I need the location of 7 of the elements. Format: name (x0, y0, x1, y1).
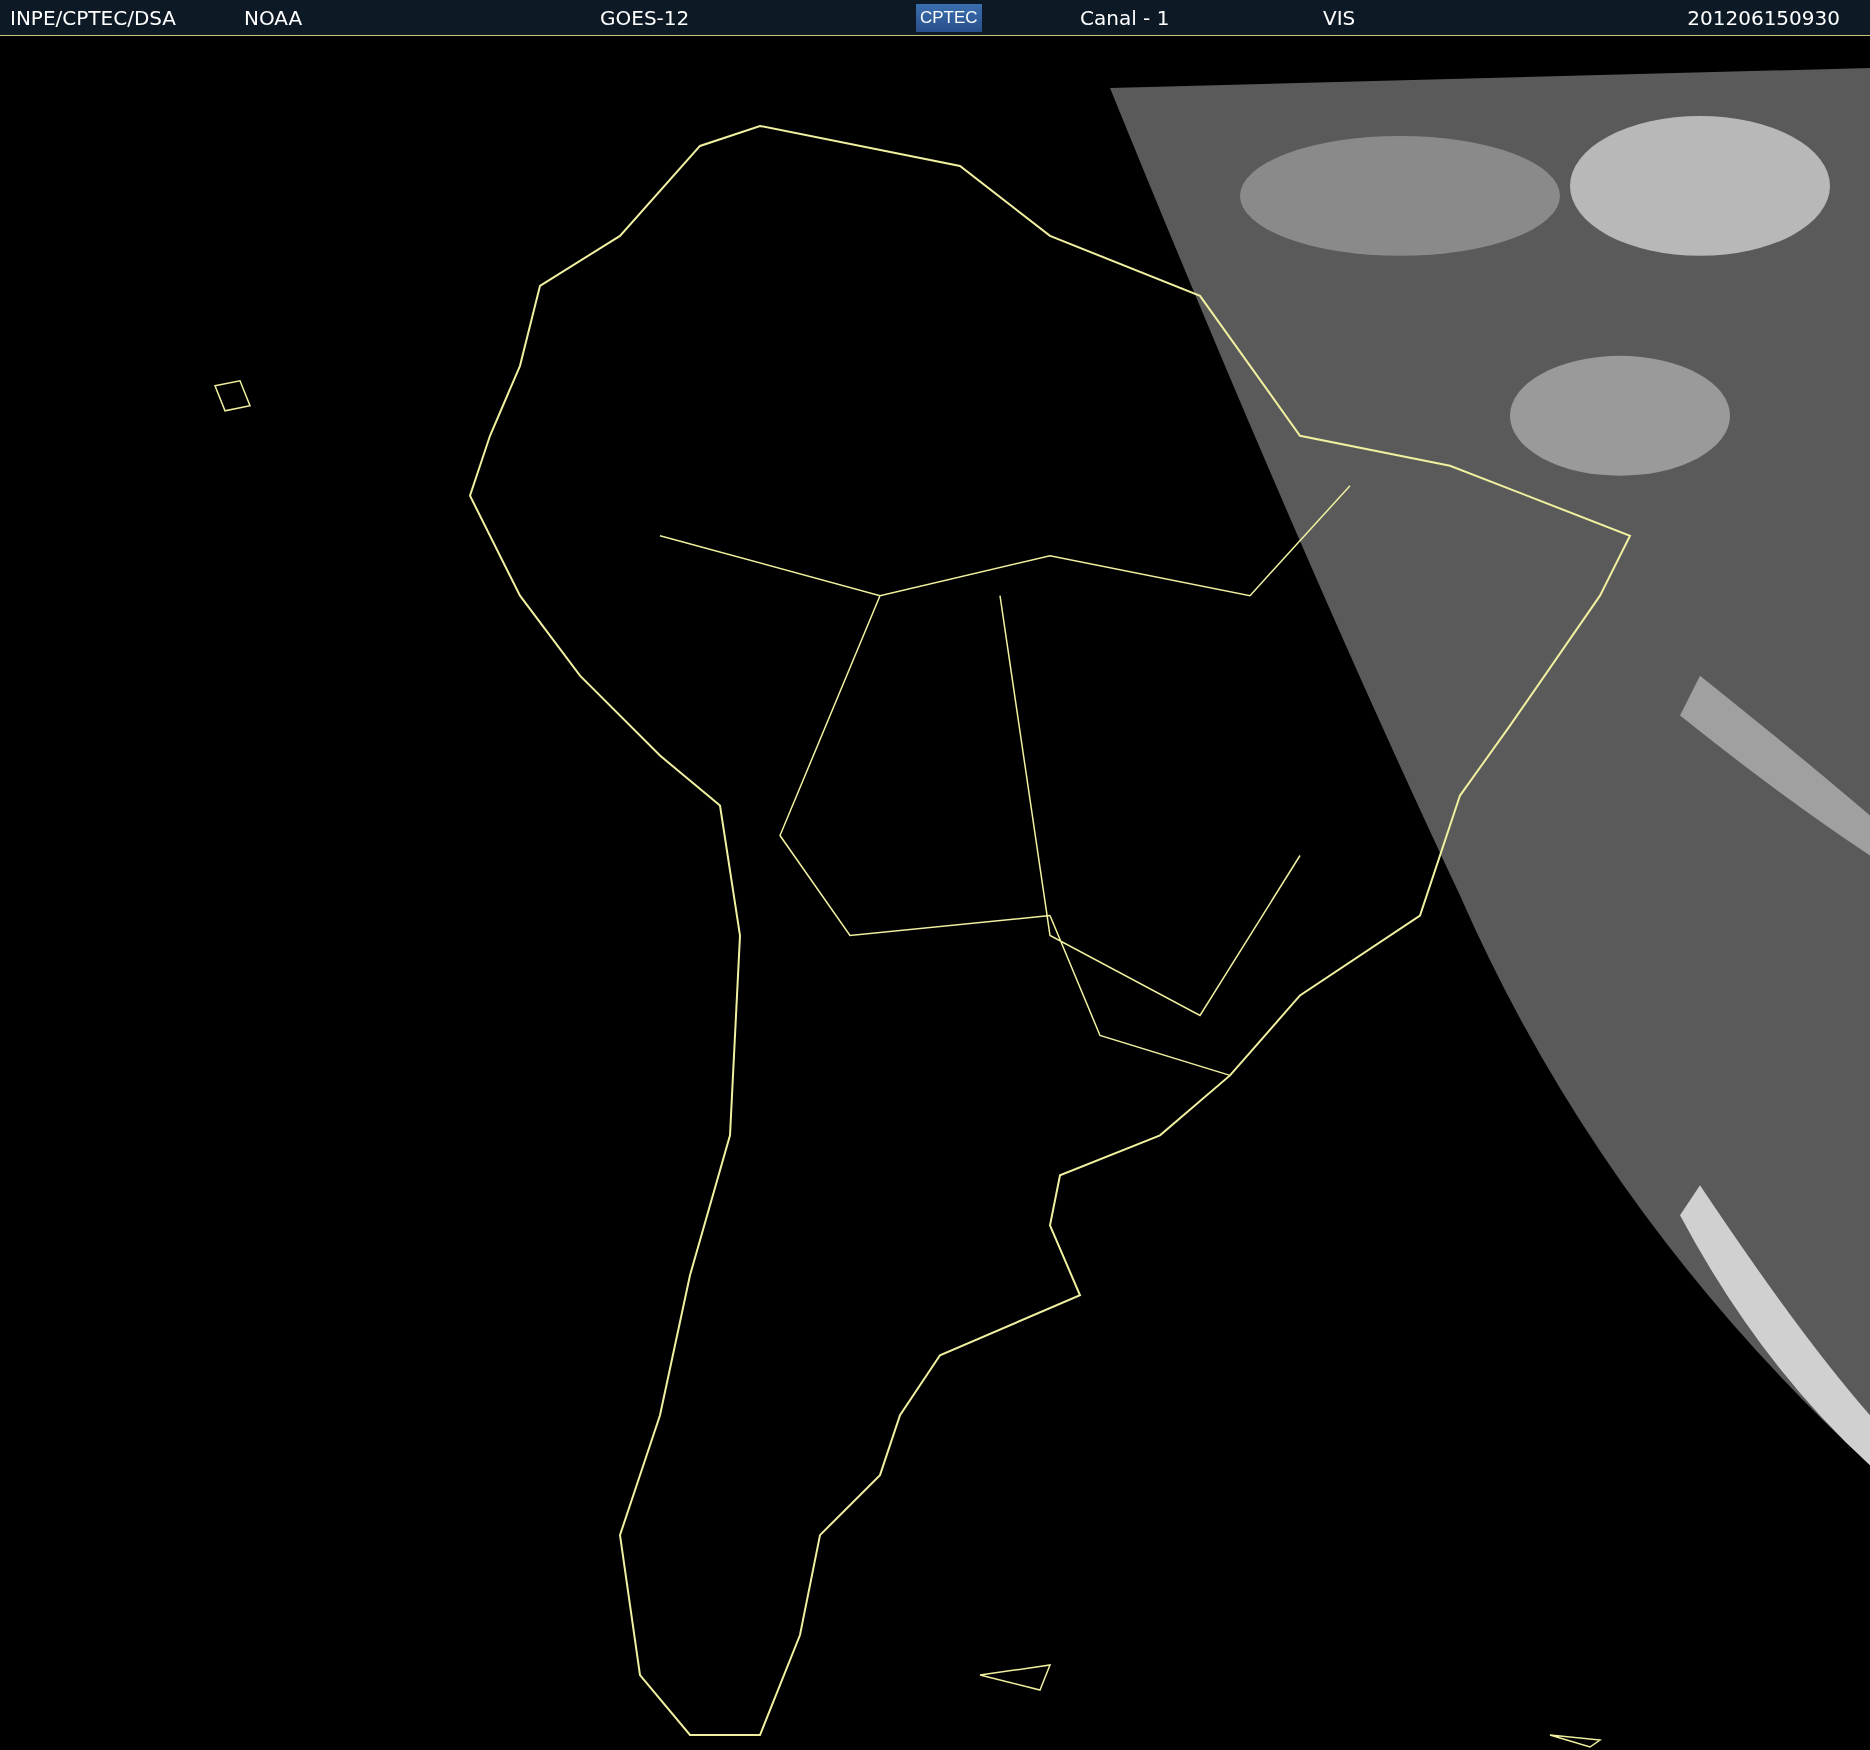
agency-label: NOAA (244, 5, 303, 30)
channel-label: Canal - 1 (1080, 5, 1170, 30)
satellite-label: GOES-12 (600, 5, 690, 30)
timestamp-label: 201206150930 (1687, 5, 1840, 30)
source-label: INPE/CPTEC/DSA (10, 5, 177, 30)
band-label: VIS (1323, 5, 1356, 30)
logo: CPTEC (916, 3, 982, 32)
